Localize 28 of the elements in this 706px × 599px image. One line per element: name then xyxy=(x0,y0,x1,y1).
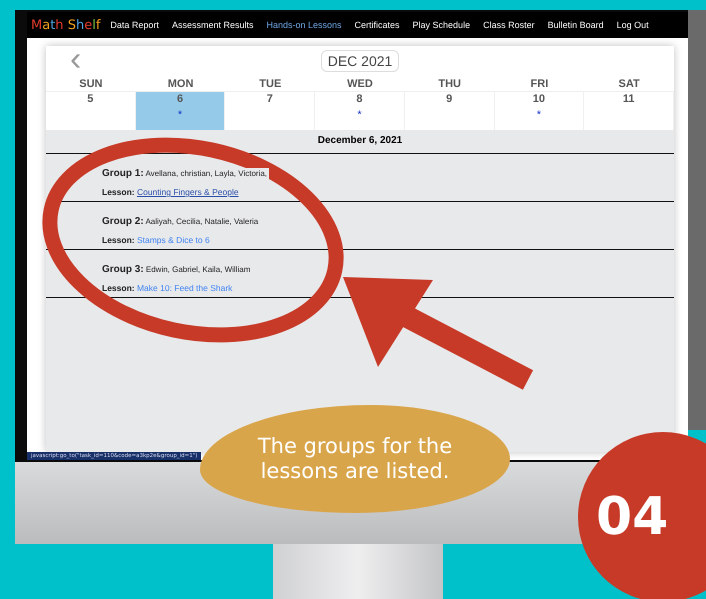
nav-link[interactable]: Log Out xyxy=(616,20,649,30)
step-number: 04 xyxy=(596,487,668,547)
weekday-label: FRI xyxy=(494,76,584,92)
lesson-label: Lesson: xyxy=(102,235,135,245)
caption-text: The groups for the lessons are listed. xyxy=(256,434,454,484)
group-members: Group 3: Edwin, Gabriel, Kaila, William xyxy=(102,264,252,275)
nav-link[interactable]: Certificates xyxy=(354,20,400,30)
group-members: Group 1: Avellana, christian, Layla, Victoria, xyxy=(102,168,269,179)
nav-link[interactable]: Assessment Results xyxy=(172,20,254,30)
lesson-label: Lesson: xyxy=(102,187,135,197)
lesson-link[interactable]: Counting Fingers & People xyxy=(136,187,239,197)
weekday-label: TUE xyxy=(225,76,316,92)
weekday-label: WED xyxy=(315,76,405,92)
weekday-label: SUN xyxy=(46,76,136,92)
day-cell[interactable]: 6 * xyxy=(136,92,226,130)
scrollbar[interactable] xyxy=(688,10,706,430)
date-heading: December 6, 2021 xyxy=(46,130,674,154)
month-label[interactable]: DEC 2021 xyxy=(320,50,400,72)
weekday-label: THU xyxy=(404,76,495,92)
nav-link[interactable]: Class Roster xyxy=(483,20,535,30)
nav-link[interactable]: Hands-on Lessons xyxy=(266,20,342,30)
nav-link[interactable]: Data Report xyxy=(110,20,159,30)
logo[interactable]: Math Shelf xyxy=(31,18,100,32)
nav-link[interactable]: Bulletin Board xyxy=(548,20,604,30)
weekday-label: SAT xyxy=(584,76,674,92)
nav-link[interactable]: Play Schedule xyxy=(412,20,470,30)
group-members: Group 2: Aaliyah, Cecilia, Natalie, Valeria xyxy=(102,216,260,227)
lesson-label: Lesson: xyxy=(102,283,135,293)
